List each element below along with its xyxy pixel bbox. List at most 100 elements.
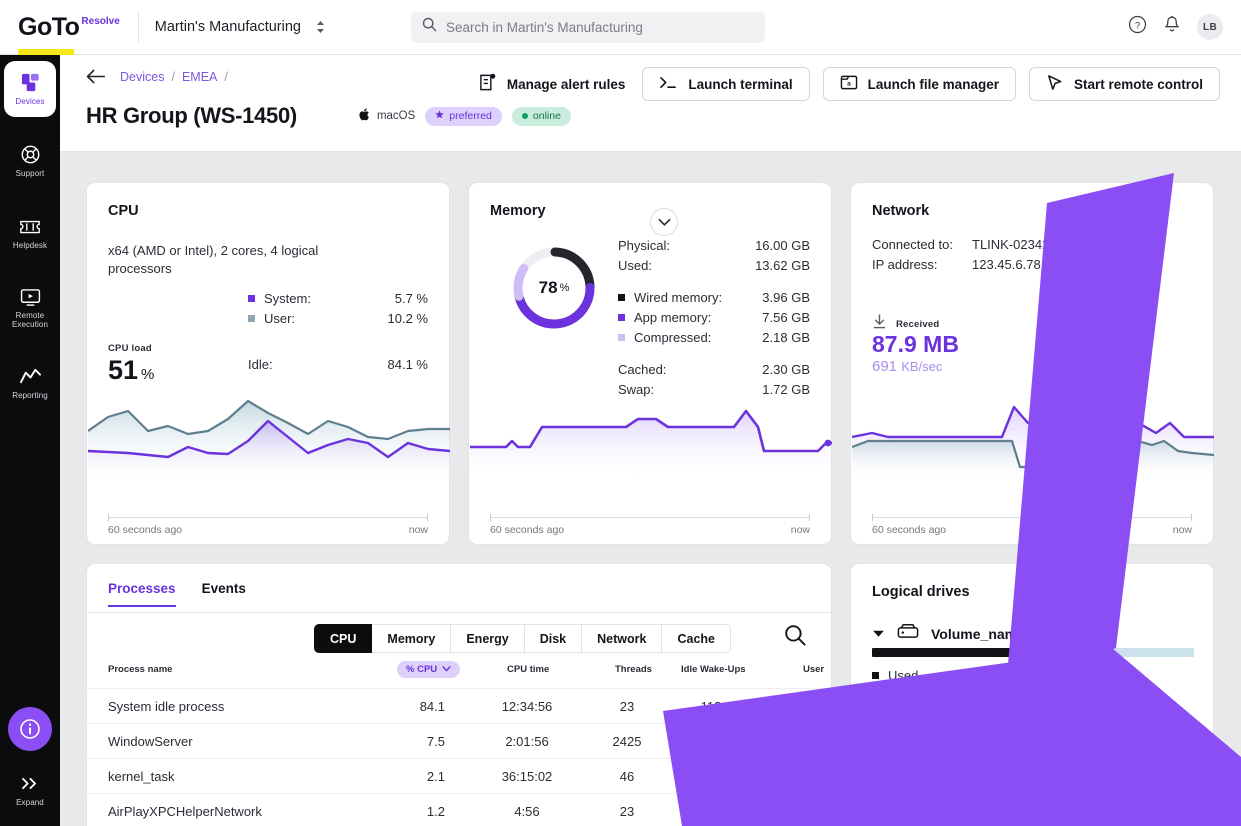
segment-cpu[interactable]: CPU [314,624,372,653]
drive-legend-used: Used 75 GB [872,668,1194,683]
memory-row-compressed: Compressed: 2.18 GB [618,330,810,345]
memory-compressed-value: 2.18 GB [762,330,810,345]
avatar[interactable]: LB [1197,14,1223,40]
info-fab-button[interactable] [8,707,52,751]
manage-alert-rules-button[interactable]: Manage alert rules [475,67,630,101]
breadcrumb-separator: / [224,70,227,84]
segment-network[interactable]: Network [582,624,662,653]
cpu-stats: System: 5.7 % User: 10.2 % [248,291,428,331]
cpu-stat-user-label: User: [264,311,388,326]
back-arrow-icon[interactable] [86,69,107,84]
table-row[interactable]: WindowServer 7.5 2:01:56 2425 [87,723,833,758]
os-label: macOS [377,110,415,122]
sidebar-label-devices: Devices [15,98,44,107]
network-chart-axis [872,517,1192,518]
notifications-bell-icon[interactable] [1163,15,1181,39]
processes-card: Processes Events CPU Memory Energy Disk … [86,563,832,826]
cell-cpu-time: 2:01:56 [487,734,567,749]
caret-down-icon[interactable] [872,625,885,643]
cell-process-name: System idle process [108,699,224,714]
tab-processes[interactable]: Processes [108,581,176,607]
tab-events[interactable]: Events [202,581,246,607]
launch-file-manager-button[interactable]: a Launch file manager [823,67,1016,101]
helpdesk-icon [19,216,41,238]
drive-row-header[interactable]: Volume_name (C:) [872,623,1053,644]
cpu-card: CPU x64 (AMD or Intel), 2 cores, 4 logic… [86,182,450,545]
drives-card-head: Logical drives [851,564,1213,600]
segment-disk[interactable]: Disk [525,624,582,653]
app-root: GoTo Resolve Martin's Manufacturing Sear… [0,0,1241,826]
logo-subtext: Resolve [81,16,119,27]
drive-name: Volume_name (C:) [931,626,1053,642]
network-axis-left-label: 60 seconds ago [872,524,946,536]
sidebar-item-reporting[interactable]: Reporting [4,355,56,411]
memory-compressed-label: Compressed: [634,330,762,345]
reporting-icon [19,366,42,388]
cell-idle-wakeups: 112 [683,699,739,714]
legend-swatch-second [872,690,879,697]
start-remote-control-button[interactable]: Start remote control [1029,67,1220,101]
memory-used-value: 13.62 GB [755,258,810,273]
launch-terminal-button[interactable]: Launch terminal [642,67,809,101]
chevron-double-right-icon [20,777,39,795]
help-icon[interactable]: ? [1128,15,1147,39]
table-row[interactable]: AirPlayXPCHelperNetwork 1.2 4:56 23 [87,793,833,826]
cell-process-name: AirPlayXPCHelperNetwork [108,804,262,819]
network-info: Connected to: TLINK-02342 IP address: 12… [872,237,1102,277]
file-manager-icon: a [840,74,858,94]
alert-rules-icon [479,73,497,95]
cell-threads: 23 [599,804,655,819]
drive-legend: Used 75 GB [872,668,1194,704]
network-ip-label: IP address: [872,257,972,272]
spacer [618,278,810,290]
breadcrumb-emea[interactable]: EMEA [182,70,217,84]
col-cpu-sort[interactable]: % CPU [397,661,460,678]
memory-row-app: App memory: 7.56 GB [618,310,810,325]
processes-scrollbar[interactable] [822,690,827,720]
memory-stats: Physical: 16.00 GB Used: 13.62 GB Wired … [618,238,810,402]
sidebar-item-devices[interactable]: Devices [4,61,56,117]
cell-cpu-time: 12:34:56 [487,699,567,714]
page-title: HR Group (WS-1450) [86,103,297,129]
sort-pill-cpu[interactable]: % CPU [397,661,460,678]
goto-logo[interactable]: GoTo Resolve [0,15,138,40]
segment-memory[interactable]: Memory [372,624,451,653]
cell-cpu-time: 36:15:02 [487,769,567,784]
segment-cache[interactable]: Cache [662,624,731,653]
network-rate-unit: KB/sec [901,359,942,374]
sidebar-item-helpdesk[interactable]: Helpdesk [4,205,56,261]
search-input[interactable]: Search in Martin's Manufacturing [411,12,765,43]
memory-physical-label: Physical: [618,238,755,253]
org-name: Martin's Manufacturing [155,19,301,35]
title-row: HR Group (WS-1450) macOS preferred [86,103,571,129]
cell-cpu: 84.1 [405,699,445,714]
process-search-button[interactable] [784,624,806,651]
page-content: Devices / EMEA / HR Group (WS-1450) macO… [60,55,1241,826]
breadcrumb-separator: / [171,70,174,84]
star-icon [435,110,444,122]
cpu-stat-user: User: 10.2 % [248,311,428,326]
segment-energy[interactable]: Energy [451,624,524,653]
org-selector[interactable]: Martin's Manufacturing [139,0,342,54]
network-card-title: Network [872,203,1192,219]
network-card: Network Connected to: TLINK-02342 IP add… [850,182,1214,545]
collapse-header-toggle[interactable] [650,208,678,236]
logical-drives-card: Logical drives Volume_name (C:) [850,563,1214,826]
processes-column-headers: Process name % CPU CPU time Threads Idle… [87,664,833,690]
memory-used-label: Used: [618,258,755,273]
sidebar-label-helpdesk: Helpdesk [13,242,47,251]
col-threads: Threads [615,664,652,675]
sidebar-item-support[interactable]: Support [4,133,56,189]
cell-threads: 23 [599,699,655,714]
breadcrumb-devices[interactable]: Devices [120,70,164,84]
logo-text: GoTo [18,15,79,40]
sidebar-expand-button[interactable]: Expand [16,777,44,808]
table-row[interactable]: System idle process 84.1 12:34:56 23 112 [87,688,833,723]
memory-row-wired: Wired memory: 3.96 GB [618,290,810,305]
sidebar-item-remote-execution[interactable]: RemoteExecution [4,277,56,339]
cell-cpu-time: 4:56 [487,804,567,819]
drive-icon [897,623,919,644]
table-row[interactable]: kernel_task 2.1 36:15:02 46 [87,758,833,793]
drive-used-value: 75 GB [1006,668,1043,683]
legend-swatch-system [248,295,255,302]
